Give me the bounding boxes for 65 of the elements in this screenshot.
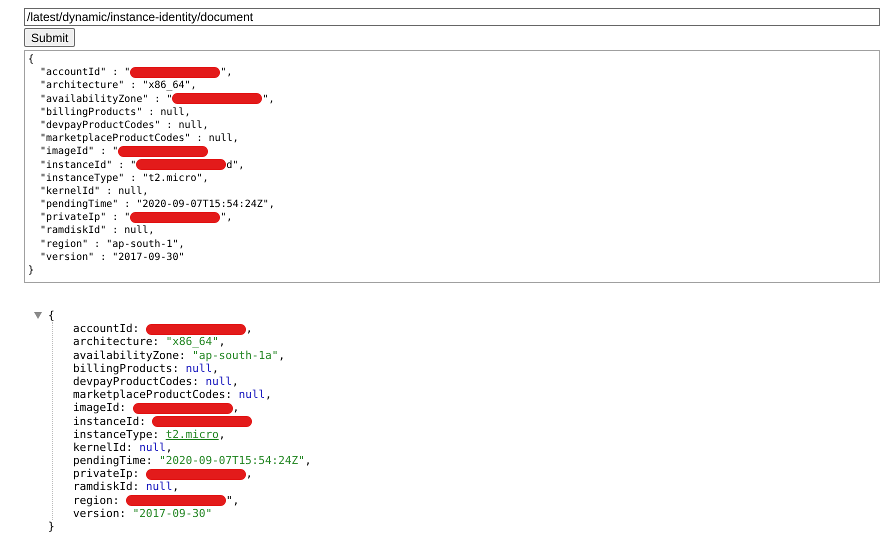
json-line: d", xyxy=(226,160,244,170)
property-value: null xyxy=(205,374,232,388)
property-key: privateIp: xyxy=(73,467,146,480)
property-key: instanceType: xyxy=(73,428,166,441)
punctuation: , xyxy=(218,335,226,348)
property-value: "x86_64" xyxy=(166,335,219,348)
property-value: null xyxy=(139,440,166,454)
brace: { xyxy=(28,54,34,65)
property-key: version: xyxy=(73,506,133,520)
json-line: "kernelId" : null, xyxy=(40,186,148,197)
value-link[interactable]: t2.micro xyxy=(166,428,219,441)
punctuation: , xyxy=(278,348,285,362)
property-value: null xyxy=(238,388,266,402)
submit-button[interactable]: Submit xyxy=(24,28,76,47)
json-line: "region" : "ap-south-1", xyxy=(40,238,184,250)
punctuation: , xyxy=(246,467,252,480)
json-line: "version" : "2017-09-30" xyxy=(40,252,184,263)
json-line: ", xyxy=(262,94,274,105)
json-line: "instanceType" : "t2.micro", xyxy=(40,172,209,184)
output-textarea[interactable] xyxy=(24,50,880,283)
punctuation: , xyxy=(246,322,252,336)
punctuation: , xyxy=(212,362,219,375)
json-line: "architecture" : "x86_64", xyxy=(40,80,197,92)
json-line: "pendingTime" : "2020-09-07T15:54:24Z", xyxy=(40,199,275,210)
property-value: null xyxy=(186,362,212,375)
property-value: "2020-09-07T15:54:24Z" xyxy=(159,454,305,468)
url-input-field[interactable]: /latest/dynamic/instance-identity/document xyxy=(24,8,880,26)
property-key: accountId: xyxy=(73,322,146,336)
punctuation: , xyxy=(218,428,226,441)
brace: { xyxy=(48,309,55,322)
json-line: ", xyxy=(220,212,232,224)
punctuation: , xyxy=(232,401,240,414)
collapse-triangle-icon[interactable] xyxy=(34,312,42,320)
property-key: imageId: xyxy=(73,401,133,414)
punctuation: , xyxy=(265,388,272,402)
property-value: "ap-south-1a" xyxy=(192,348,278,362)
property-key: ramdiskId: xyxy=(73,480,146,494)
property-key: instanceId: xyxy=(73,414,152,428)
punctuation: , xyxy=(232,374,239,388)
punctuation: , xyxy=(304,454,312,468)
property-key: architecture: xyxy=(73,335,166,348)
json-line: "imageId" : " xyxy=(40,146,118,158)
property-key: pendingTime: xyxy=(73,454,160,468)
json-line: "billingProducts" : null, xyxy=(40,106,191,118)
property-key: marketplaceProductCodes: xyxy=(73,388,239,402)
json-line: "availabilityZone" : " xyxy=(40,94,172,105)
property-key: devpayProductCodes: xyxy=(73,374,206,388)
json-line: ", xyxy=(220,67,232,78)
brace: } xyxy=(48,520,56,534)
property-key: region: xyxy=(73,494,126,507)
property-value: null xyxy=(146,480,172,494)
json-line: "privateIp" : " xyxy=(40,212,130,224)
json-line: "marketplaceProductCodes" : null, xyxy=(40,133,239,144)
json-line: "devpayProductCodes" : null, xyxy=(40,120,209,131)
punctuation: , xyxy=(172,480,179,494)
property-key: kernelId: xyxy=(73,440,140,454)
brace: } xyxy=(28,265,34,276)
property-key: availabilityZone: xyxy=(73,348,192,362)
json-line: "ramdiskId" : null, xyxy=(40,225,154,236)
punctuation: , xyxy=(166,440,172,454)
json-line: "instanceId" : " xyxy=(40,160,136,170)
property-value: "2017-09-30" xyxy=(132,506,212,520)
property-key: billingProducts: xyxy=(73,362,186,375)
punctuation: ", xyxy=(226,494,240,507)
json-line: "accountId" : " xyxy=(40,67,130,78)
